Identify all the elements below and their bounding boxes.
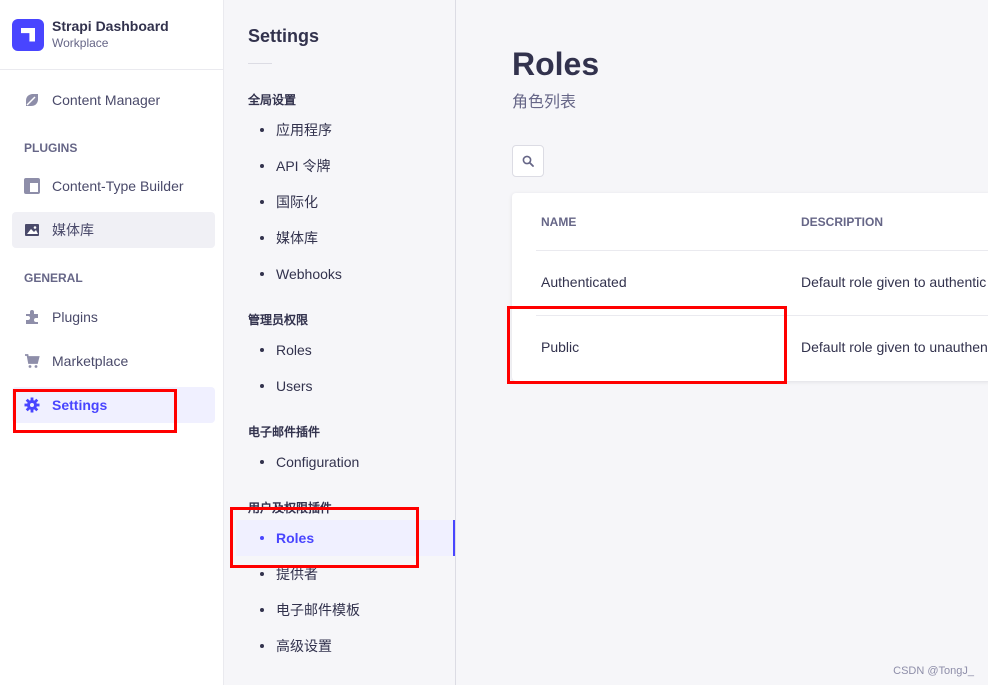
subnav-item-label: 应用程序	[276, 122, 332, 138]
bullet-icon	[260, 644, 264, 648]
image-icon	[24, 222, 40, 238]
subnav-item-email-templates[interactable]: 电子邮件模板	[236, 592, 455, 628]
gear-icon	[24, 397, 40, 413]
bullet-icon	[260, 608, 264, 612]
brand-header[interactable]: Strapi Dashboard Workplace	[0, 0, 223, 70]
nav-item-media-library[interactable]: 媒体库	[12, 212, 215, 248]
column-header-description[interactable]: DESCRIPTION	[801, 215, 883, 229]
nav-item-content-type-builder[interactable]: Content-Type Builder	[12, 168, 215, 204]
role-description: Default role given to authentic	[801, 274, 987, 290]
section-label-plugins: PLUGINS	[24, 141, 78, 155]
nav-item-label: Content-Type Builder	[52, 178, 184, 194]
bullet-icon	[260, 236, 264, 240]
brand-title: Strapi Dashboard	[52, 18, 169, 34]
feather-icon	[24, 92, 40, 108]
bullet-icon	[260, 572, 264, 576]
subnav-section-global: 全局设置	[248, 93, 297, 107]
page-subtitle: 角色列表	[512, 94, 577, 111]
puzzle-icon	[24, 309, 40, 325]
nav-item-marketplace[interactable]: Marketplace	[12, 343, 215, 379]
search-icon	[522, 155, 534, 167]
subnav-item-label: API 令牌	[276, 158, 331, 174]
subnav-item-up-roles[interactable]: Roles	[236, 520, 455, 556]
subnav-item-application[interactable]: 应用程序	[236, 112, 455, 148]
column-header-name[interactable]: NAME	[541, 215, 576, 229]
nav-item-label: 媒体库	[52, 222, 94, 238]
subnav-item-label: 电子邮件模板	[276, 602, 360, 618]
brand-subtitle: Workplace	[52, 36, 109, 50]
nav-item-label: Content Manager	[52, 92, 161, 108]
subnav-item-media-library[interactable]: 媒体库	[236, 220, 455, 256]
subnav-section-users-permissions: 用户及权限插件	[248, 501, 333, 515]
subnav-item-api-tokens[interactable]: API 令牌	[236, 148, 455, 184]
main-content: Roles 角色列表 NAME DESCRIPTION Authenticate…	[457, 0, 988, 685]
subnav-divider	[248, 63, 272, 64]
subnav-item-label: 高级设置	[276, 638, 332, 654]
role-name: Public	[541, 339, 580, 355]
bullet-icon	[260, 128, 264, 132]
subnav-item-label: 提供者	[276, 566, 318, 582]
section-label-general: GENERAL	[24, 271, 83, 285]
subnav-item-label: 国际化	[276, 194, 318, 210]
nav-item-plugins[interactable]: Plugins	[12, 299, 215, 335]
subnav-item-configuration[interactable]: Configuration	[236, 444, 455, 480]
cart-icon	[24, 353, 40, 369]
subnav-item-providers[interactable]: 提供者	[236, 556, 455, 592]
search-button[interactable]	[512, 145, 544, 177]
subnav-item-label: 媒体库	[276, 230, 318, 246]
main-navigation: Strapi Dashboard Workplace Content Manag…	[0, 0, 224, 685]
roles-table: NAME DESCRIPTION Authenticated Default r…	[512, 193, 988, 381]
subnav-item-users[interactable]: Users	[236, 368, 455, 404]
subnav-section-email: 电子邮件插件	[248, 425, 321, 439]
nav-item-label: Plugins	[52, 309, 98, 325]
bullet-icon	[260, 272, 264, 276]
role-name: Authenticated	[541, 274, 627, 290]
subnav-title: Settings	[248, 26, 320, 46]
bullet-icon	[260, 384, 264, 388]
bullet-icon	[260, 164, 264, 168]
nav-item-settings[interactable]: Settings	[12, 387, 215, 423]
subnav-item-advanced-settings[interactable]: 高级设置	[236, 628, 455, 664]
subnav-item-admin-roles[interactable]: Roles	[236, 332, 455, 368]
subnav-item-label: Roles	[276, 530, 315, 546]
role-description: Default role given to unauthen	[801, 339, 988, 355]
bullet-icon	[260, 348, 264, 352]
subnav-section-admin: 管理员权限	[248, 313, 309, 327]
nav-item-content-manager[interactable]: Content Manager	[12, 82, 215, 118]
nav-item-label: Settings	[52, 397, 108, 413]
subnav-item-label: Webhooks	[276, 266, 342, 282]
subnav-item-webhooks[interactable]: Webhooks	[236, 256, 455, 292]
watermark: CSDN @TongJ_	[893, 665, 974, 677]
nav-item-label: Marketplace	[52, 353, 129, 369]
bullet-icon	[260, 460, 264, 464]
bullet-icon	[260, 536, 264, 540]
bullet-icon	[260, 200, 264, 204]
subnav-item-i18n[interactable]: 国际化	[236, 184, 455, 220]
layout-icon	[24, 178, 40, 194]
strapi-logo-icon	[12, 18, 44, 51]
subnav-item-label: Configuration	[276, 454, 360, 470]
row-divider	[536, 315, 988, 316]
subnav-item-label: Roles	[276, 342, 312, 358]
subnav-item-label: Users	[276, 378, 313, 394]
settings-subnav: Settings 全局设置 应用程序 API 令牌 国际化 媒体库 Webhoo…	[224, 0, 456, 685]
row-divider	[536, 250, 988, 251]
page-title: Roles	[512, 46, 600, 82]
